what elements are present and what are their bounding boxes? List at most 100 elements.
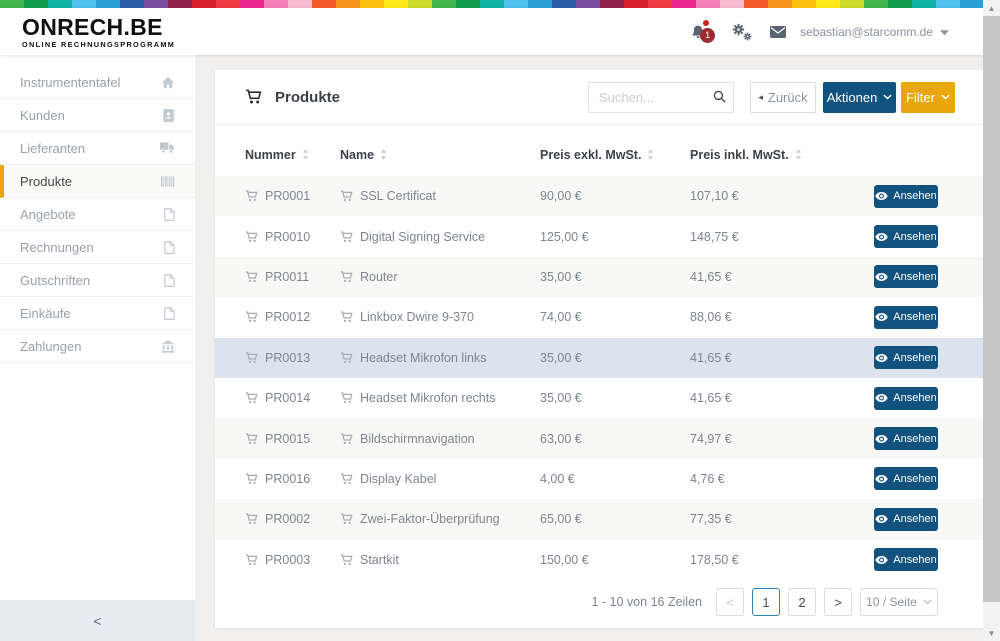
view-button[interactable]: Ansehen	[874, 508, 938, 531]
pagination-page-2[interactable]: 2	[788, 588, 816, 616]
sidebar-item-label: Kunden	[20, 108, 163, 123]
view-button[interactable]: Ansehen	[874, 467, 938, 490]
sidebar-item-produkte[interactable]: Produkte	[0, 165, 195, 198]
row-action-cell: Ansehen	[874, 459, 938, 499]
scrollbar[interactable]: ▲ ▼	[983, 0, 1000, 641]
settings-button[interactable]	[732, 23, 752, 41]
price-excl-cell: 74,00 €	[540, 297, 582, 337]
view-button-label: Ansehen	[893, 231, 936, 243]
view-button[interactable]: Ansehen	[874, 548, 938, 571]
price-excl-cell: 35,00 €	[540, 378, 582, 418]
pagination-page-1[interactable]: 1	[752, 588, 780, 616]
sidebar-item-lieferanten[interactable]: Lieferanten	[0, 132, 195, 165]
filter-button[interactable]: Filter	[901, 82, 955, 113]
table-row[interactable]: PR0001 SSL Certificat 90,00 € 107,10 € A…	[215, 176, 983, 216]
notification-dot	[703, 20, 709, 26]
user-menu-caret-icon[interactable]	[940, 23, 949, 41]
table-row[interactable]: PR0002 Zwei-Faktor-Überprüfung 65,00 € 7…	[215, 499, 983, 539]
column-header-name[interactable]: Name	[340, 148, 387, 163]
table-row[interactable]: PR0015 Bildschirmnavigation 63,00 € 74,9…	[215, 418, 983, 458]
sort-icon[interactable]	[647, 149, 654, 163]
row-action-cell: Ansehen	[874, 540, 938, 580]
app-header: ONRECH.BE ONLINE RECHNUNGSPROGRAMM 1 seb…	[0, 8, 983, 55]
row-action-cell: Ansehen	[874, 297, 938, 337]
sort-icon[interactable]	[795, 149, 802, 163]
view-button-label: Ansehen	[893, 271, 936, 283]
table-row[interactable]: PR0010 Digital Signing Service 125,00 € …	[215, 216, 983, 256]
user-email[interactable]: sebastian@starcomm.de	[800, 25, 933, 39]
sidebar-item-einkaeufe[interactable]: Einkäufe	[0, 297, 195, 330]
row-action-cell: Ansehen	[874, 176, 938, 216]
sidebar-item-label: Instrumententafel	[20, 75, 161, 90]
view-button[interactable]: Ansehen	[874, 387, 938, 410]
cart-icon	[340, 433, 353, 445]
view-button[interactable]: Ansehen	[874, 306, 938, 329]
back-arrow-icon: ◂	[758, 92, 763, 103]
product-name-cell: Zwei-Faktor-Überprüfung	[340, 499, 500, 539]
search-icon[interactable]	[713, 90, 726, 108]
column-header-preis-exkl[interactable]: Preis exkl. MwSt.	[540, 148, 654, 163]
view-button[interactable]: Ansehen	[874, 185, 938, 208]
sidebar-item-zahlungen[interactable]: Zahlungen	[0, 330, 195, 363]
actions-button-label: Aktionen	[827, 90, 878, 105]
table-row[interactable]: PR0011 Router 35,00 € 41,65 € Ansehen	[215, 257, 983, 297]
product-name-cell: Linkbox Dwire 9-370	[340, 297, 474, 337]
sort-icon[interactable]	[302, 149, 309, 163]
view-button[interactable]: Ansehen	[874, 225, 938, 248]
scroll-down-icon[interactable]: ▼	[983, 625, 1000, 641]
product-number-cell: PR0002	[245, 499, 310, 539]
table-row[interactable]: PR0003 Startkit 150,00 € 178,50 € Ansehe…	[215, 540, 983, 580]
app-logo[interactable]: ONRECH.BE ONLINE RECHNUNGSPROGRAMM	[22, 15, 175, 49]
product-name-cell: SSL Certificat	[340, 176, 436, 216]
scroll-up-icon[interactable]: ▲	[983, 0, 1000, 16]
view-button[interactable]: Ansehen	[874, 346, 938, 369]
table-row[interactable]: PR0012 Linkbox Dwire 9-370 74,00 € 88,06…	[215, 297, 983, 337]
price-incl-cell: 41,65 €	[690, 257, 732, 297]
back-button[interactable]: ◂ Zurück	[750, 82, 816, 113]
column-header-nummer[interactable]: Nummer	[245, 148, 309, 163]
page-size-label: 10 / Seite	[866, 595, 917, 609]
row-action-cell: Ansehen	[874, 418, 938, 458]
scrollbar-thumb[interactable]	[983, 16, 1000, 602]
view-button[interactable]: Ansehen	[874, 427, 938, 450]
product-number-cell: PR0013	[245, 338, 310, 378]
pagination-prev-button[interactable]: <	[716, 588, 744, 616]
sidebar-collapse-button[interactable]: <	[0, 600, 195, 641]
cart-icon	[340, 392, 353, 404]
price-excl-cell: 35,00 €	[540, 338, 582, 378]
sidebar-item-kunden[interactable]: Kunden	[0, 99, 195, 132]
price-incl-cell: 4,76 €	[690, 459, 725, 499]
view-button[interactable]: Ansehen	[874, 265, 938, 288]
table-row[interactable]: PR0014 Headset Mikrofon rechts 35,00 € 4…	[215, 378, 983, 418]
sidebar-item-instrumententafel[interactable]: Instrumententafel	[0, 66, 195, 99]
product-name-cell: Headset Mikrofon rechts	[340, 378, 495, 418]
document-icon	[164, 208, 175, 221]
chevron-down-icon	[941, 94, 950, 100]
row-action-cell: Ansehen	[874, 499, 938, 539]
price-incl-cell: 41,65 €	[690, 338, 732, 378]
eye-icon	[875, 515, 888, 523]
column-header-preis-inkl[interactable]: Preis inkl. MwSt.	[690, 148, 802, 163]
sidebar-item-label: Lieferanten	[20, 141, 160, 156]
notifications-button[interactable]: 1	[690, 21, 710, 43]
sort-icon[interactable]	[380, 149, 387, 163]
filter-button-label: Filter	[906, 90, 935, 105]
table-row[interactable]: PR0016 Display Kabel 4,00 € 4,76 € Anseh…	[215, 459, 983, 499]
price-incl-cell: 88,06 €	[690, 297, 732, 337]
view-button-label: Ansehen	[893, 311, 936, 323]
sidebar-item-rechnungen[interactable]: Rechnungen	[0, 231, 195, 264]
back-button-label: Zurück	[768, 90, 808, 105]
sidebar-item-angebote[interactable]: Angebote	[0, 198, 195, 231]
mail-button[interactable]	[770, 26, 786, 38]
cart-icon	[245, 433, 258, 445]
eye-icon	[875, 556, 888, 564]
product-number-cell: PR0014	[245, 378, 310, 418]
pagination-next-button[interactable]: >	[824, 588, 852, 616]
table-body: PR0001 SSL Certificat 90,00 € 107,10 € A…	[215, 176, 983, 580]
page-size-select[interactable]: 10 / Seite	[860, 588, 938, 616]
table-row[interactable]: PR0013 Headset Mikrofon links 35,00 € 41…	[215, 338, 983, 378]
actions-button[interactable]: Aktionen	[823, 82, 896, 113]
sidebar-item-gutschriften[interactable]: Gutschriften	[0, 264, 195, 297]
product-name-cell: Digital Signing Service	[340, 216, 485, 256]
header-actions: 1 sebastian@starcomm.de	[690, 8, 949, 55]
